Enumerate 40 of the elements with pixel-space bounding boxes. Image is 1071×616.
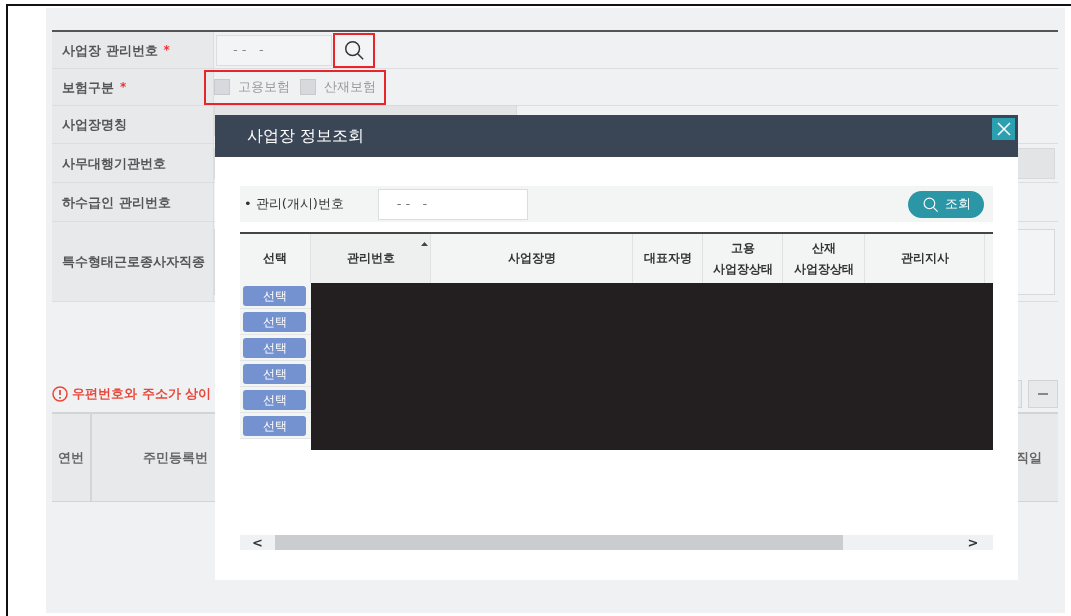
warning-text: 우편번호와 주소가 상이 — [72, 385, 212, 404]
column-header[interactable]: 사업장명 — [507, 248, 556, 269]
bullet: • — [244, 195, 252, 214]
search-icon — [921, 195, 939, 213]
checkbox[interactable] — [214, 79, 230, 95]
scrollbar-thumb[interactable] — [275, 535, 843, 550]
checkbox-label: 고용보험 — [238, 78, 290, 97]
column-header[interactable]: 고용 사업장상태 — [712, 237, 773, 280]
field-label: 하수급인 관리번호 — [62, 193, 171, 212]
field-label: 사업장 관리번호 — [62, 41, 158, 60]
column-header[interactable]: 선택 — [263, 248, 287, 269]
minus-button[interactable] — [1028, 380, 1058, 408]
checkbox-label: 산재보험 — [324, 78, 376, 97]
sort-icon — [421, 242, 428, 246]
scroll-left-button[interactable]: < — [240, 532, 275, 553]
required-mark: * — [120, 79, 127, 96]
column-header[interactable]: 관리지사 — [900, 248, 949, 269]
search-button[interactable] — [335, 34, 373, 66]
search-label: 관리(개시)번호 — [255, 195, 345, 214]
column-header[interactable]: 관리번호 — [346, 248, 395, 269]
close-button[interactable] — [992, 118, 1015, 140]
column-header: 연번 — [58, 448, 84, 467]
field-label: 사무대행기관번호 — [62, 154, 166, 173]
required-mark: * — [163, 42, 170, 59]
column-header: 직일 — [1016, 448, 1042, 467]
column-header[interactable]: 대표자명 — [643, 248, 692, 269]
search-icon — [343, 39, 365, 61]
horizontal-scrollbar[interactable]: < > — [240, 535, 993, 550]
field-label: 사업장명칭 — [62, 116, 127, 134]
column-header: 주민등록번 — [143, 448, 208, 467]
warning-icon — [52, 386, 68, 402]
field-label: 특수형태근로종사자직종 — [62, 253, 205, 271]
input-field[interactable]: - - - — [377, 188, 528, 220]
scroll-right-button[interactable]: > — [953, 532, 993, 553]
column-header[interactable]: 산재 사업장상태 — [793, 237, 854, 280]
dialog-title: 사업장 정보조회 — [247, 125, 365, 147]
field-label: 보험구분 — [62, 78, 114, 97]
minus-icon — [1038, 393, 1048, 395]
checkbox[interactable] — [300, 79, 316, 95]
close-icon — [996, 122, 1011, 136]
